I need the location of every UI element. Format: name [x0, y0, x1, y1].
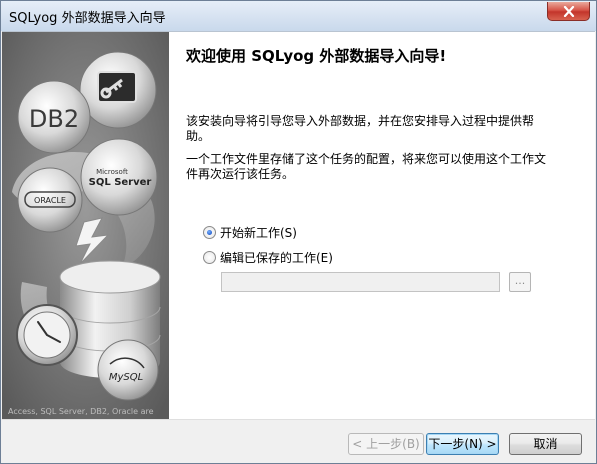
title-bar[interactable]: SQLyog 外部数据导入向导 [1, 1, 596, 31]
edit-saved-job-option[interactable]: 编辑已保存的工作(E) [203, 248, 333, 266]
mysql-logo: MySQL [97, 339, 159, 401]
new-job-label[interactable]: 开始新工作(S) [220, 224, 297, 241]
oracle-logo: ORACLE [17, 167, 83, 233]
key-logo [79, 51, 157, 129]
wizard-window: SQLyog 外部数据导入向导 DB2 Microsoft SQL Server… [0, 0, 597, 464]
page-title: 欢迎使用 SQLyog 外部数据导入向导! [186, 47, 447, 65]
cancel-button[interactable]: 取消 [509, 433, 582, 455]
wizard-content: 欢迎使用 SQLyog 外部数据导入向导! 该安装向导将引导您导入外部数据，并在… [169, 32, 595, 419]
svg-text:ORACLE: ORACLE [34, 196, 66, 205]
side-panel-caption: Access, SQL Server, DB2, Oracle are [8, 407, 154, 416]
edit-saved-job-label[interactable]: 编辑已保存的工作(E) [220, 249, 333, 266]
db2-logo: DB2 [17, 80, 91, 154]
wizard-button-bar: < 上一步(B) 下一步(N) > 取消 [2, 419, 595, 463]
database-logos-illustration: DB2 Microsoft SQL Server ORACLE MySQL [2, 32, 169, 419]
close-button[interactable] [547, 2, 590, 21]
wizard-client-area: DB2 Microsoft SQL Server ORACLE MySQL Ac… [2, 31, 595, 463]
close-icon [563, 6, 575, 17]
edit-saved-job-radio[interactable] [203, 250, 216, 264]
wizard-side-image: DB2 Microsoft SQL Server ORACLE MySQL Ac… [2, 32, 169, 419]
svg-text:DB2: DB2 [29, 105, 79, 133]
next-button[interactable]: 下一步(N) > [426, 433, 499, 455]
job-file-paragraph: 一个工作文件里存储了这个任务的配置，将来您可以使用这个工作文件再次运行该任务。 [186, 152, 547, 181]
back-button[interactable]: < 上一步(B) [348, 433, 424, 455]
job-file-path-input[interactable] [221, 272, 500, 292]
intro-paragraph: 该安装向导将引导您导入外部数据，并在您安排导入过程中提供帮助。 [186, 114, 535, 143]
svg-text:MySQL: MySQL [109, 372, 143, 383]
svg-text:Microsoft: Microsoft [96, 168, 128, 176]
new-job-radio[interactable] [203, 225, 216, 239]
clock-icon [16, 304, 78, 366]
svg-text:SQL Server: SQL Server [89, 177, 152, 188]
sqlserver-logo: Microsoft SQL Server [80, 138, 158, 216]
browse-button[interactable]: ... [509, 272, 531, 292]
window-title: SQLyog 外部数据导入向导 [9, 11, 166, 26]
new-job-option[interactable]: 开始新工作(S) [203, 223, 297, 241]
